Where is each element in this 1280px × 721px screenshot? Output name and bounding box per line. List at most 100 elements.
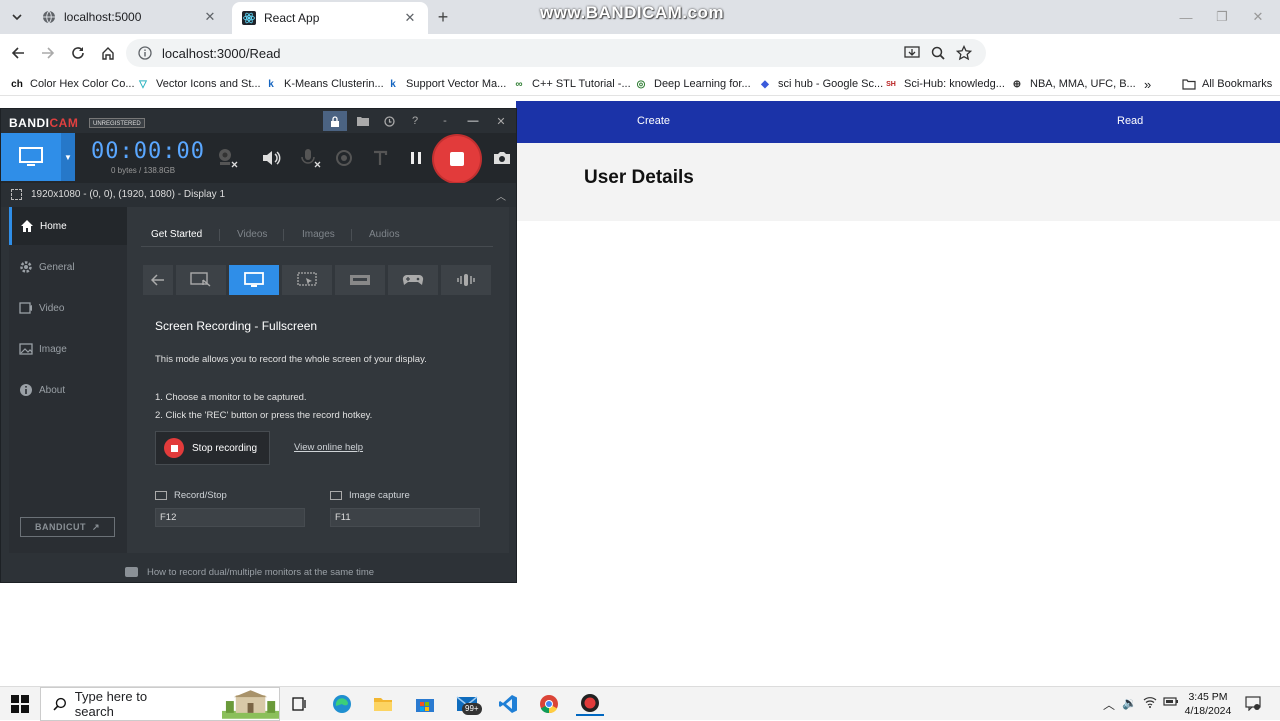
reload-button[interactable] xyxy=(67,42,89,64)
rectangle-mode-button[interactable] xyxy=(176,265,226,295)
bandicam-footer-tip[interactable]: How to record dual/multiple monitors at … xyxy=(1,561,516,583)
close-icon[interactable]: ✕ xyxy=(489,111,513,131)
pause-icon[interactable] xyxy=(403,145,429,171)
close-tab-icon[interactable]: ✕ xyxy=(402,10,418,26)
forward-button[interactable] xyxy=(37,42,59,64)
bookmark-item[interactable]: SH Sci-Hub: knowledg... xyxy=(884,76,1005,92)
camera-icon[interactable] xyxy=(489,145,515,171)
tab-separator xyxy=(351,229,352,241)
tab-react-app[interactable]: React App ✕ xyxy=(232,2,428,34)
recording-timer: 00:00:00 xyxy=(91,139,205,164)
app-navbar: Create Read xyxy=(516,101,1280,143)
show-hidden-icons-chevron[interactable]: ︿ xyxy=(1103,696,1115,713)
minimize-icon[interactable]: - xyxy=(433,111,457,131)
webcam-icon[interactable] xyxy=(213,145,239,171)
file-explorer-icon[interactable] xyxy=(369,692,397,716)
task-view-icon[interactable] xyxy=(286,692,314,716)
bookmark-item[interactable]: ∞ C++ STL Tutorial -... xyxy=(512,76,630,92)
zoom-icon[interactable] xyxy=(930,45,946,61)
sidebar-item-video[interactable]: Video xyxy=(9,289,127,327)
bookmark-item[interactable]: ◎ Deep Learning for... xyxy=(634,76,751,92)
bookmark-item[interactable]: k Support Vector Ma... xyxy=(386,76,506,92)
capture-hotkey-field[interactable]: F11 xyxy=(330,508,480,527)
new-tab-button[interactable]: + xyxy=(432,6,454,28)
notification-icon[interactable] xyxy=(1245,695,1261,711)
wifi-icon[interactable] xyxy=(1143,696,1157,708)
system-clock[interactable]: 3:45 PM 4/18/2024 xyxy=(1180,690,1236,718)
edge-browser-icon[interactable] xyxy=(328,692,356,716)
bookmarks-overflow-button[interactable]: » xyxy=(1144,76,1151,92)
vscode-icon[interactable] xyxy=(494,692,522,716)
home-button[interactable] xyxy=(97,42,119,64)
chrome-icon[interactable] xyxy=(535,692,563,716)
mode-dropdown-button[interactable]: ▼ xyxy=(61,133,75,181)
sidebar-item-about[interactable]: About xyxy=(9,371,127,409)
help-icon[interactable]: ? xyxy=(403,111,427,131)
volume-icon[interactable]: 🔉 xyxy=(1122,696,1137,710)
bookmark-item[interactable]: ◆ sci hub - Google Sc... xyxy=(758,76,883,92)
bandicam-taskbar-icon[interactable] xyxy=(576,692,604,716)
around-mouse-mode-button[interactable] xyxy=(282,265,332,295)
minimize-button[interactable]: — xyxy=(1168,0,1204,34)
view-online-help-link[interactable]: View online help xyxy=(294,442,363,453)
monitor-icon xyxy=(244,272,264,287)
bandicut-button[interactable]: BANDICUT ↗ xyxy=(20,517,115,537)
windows-start-icon[interactable] xyxy=(11,695,29,713)
lock-icon[interactable] xyxy=(323,111,347,131)
audio-only-mode-button[interactable] xyxy=(441,265,491,295)
browser-toolbar: localhost:3000/Read N xyxy=(0,34,1280,96)
hdmi-mode-button[interactable] xyxy=(335,265,385,295)
back-button[interactable] xyxy=(7,42,29,64)
bandicam-watermark: www.BANDICAM.com xyxy=(540,3,724,22)
tab-get-started[interactable]: Get Started xyxy=(151,229,202,240)
all-bookmarks-button[interactable]: All Bookmarks xyxy=(1182,76,1272,92)
battery-icon[interactable] xyxy=(1163,696,1179,707)
bookmark-item[interactable]: ▽ Vector Icons and St... xyxy=(136,76,260,92)
sidebar-item-general[interactable]: General xyxy=(9,248,127,286)
bandicam-window: BANDICAM UNREGISTERED ? - — ✕ ▼ 00:00:00… xyxy=(0,108,517,583)
target-display-bar[interactable]: 1920x1080 - (0, 0), (1920, 1080) - Displ… xyxy=(1,183,516,207)
info-icon[interactable] xyxy=(138,46,152,60)
maximize-button[interactable]: ❐ xyxy=(1204,0,1240,34)
keyboard-icon xyxy=(155,491,167,500)
back-arrow-button[interactable] xyxy=(143,265,173,295)
microphone-icon[interactable] xyxy=(297,145,323,171)
address-bar[interactable]: localhost:3000/Read xyxy=(126,39,986,67)
stop-recording-button[interactable]: Stop recording xyxy=(155,431,270,465)
bookmark-item[interactable]: ⊕ NBA, MMA, UFC, B... xyxy=(1010,76,1136,92)
microsoft-store-icon[interactable] xyxy=(411,692,439,716)
nav-read-link[interactable]: Read xyxy=(1117,115,1143,127)
bandicam-titlebar: BANDICAM UNREGISTERED ? - — ✕ xyxy=(1,109,516,133)
fullscreen-mode-button[interactable] xyxy=(229,265,279,295)
folder-icon[interactable] xyxy=(351,111,375,131)
install-app-icon[interactable] xyxy=(904,45,920,61)
sidebar-item-home[interactable]: Home xyxy=(9,207,127,245)
close-tab-icon[interactable]: ✕ xyxy=(202,9,218,25)
bookmark-star-icon[interactable] xyxy=(956,45,972,61)
bookmark-item[interactable]: ch Color Hex Color Co... xyxy=(10,76,134,92)
screen-mode-button[interactable] xyxy=(1,133,61,181)
search-highlight-icon xyxy=(221,690,279,719)
clock-icon[interactable] xyxy=(377,111,401,131)
collapse-chevron-icon[interactable]: ︿ xyxy=(496,188,506,203)
minimize-to-tray-icon[interactable]: — xyxy=(461,111,485,131)
tab-title: localhost:5000 xyxy=(64,10,142,24)
app-header: User Details xyxy=(516,143,1280,221)
nav-create-link[interactable]: Create xyxy=(637,115,670,127)
tab-images[interactable]: Images xyxy=(302,229,335,240)
tab-videos[interactable]: Videos xyxy=(237,229,267,240)
tab-localhost-5000[interactable]: localhost:5000 ✕ xyxy=(32,0,228,34)
tab-search-button[interactable] xyxy=(6,6,28,28)
text-overlay-icon[interactable] xyxy=(367,145,393,171)
record-hotkey-field[interactable]: F12 xyxy=(155,508,305,527)
bookmark-item[interactable]: k K-Means Clusterin... xyxy=(264,76,383,92)
tab-audios[interactable]: Audios xyxy=(369,229,400,240)
stop-record-button[interactable] xyxy=(434,136,480,182)
rectangle-area-icon xyxy=(190,272,211,287)
game-mode-button[interactable] xyxy=(388,265,438,295)
sidebar-item-image[interactable]: Image xyxy=(9,330,127,368)
mouse-effect-icon[interactable] xyxy=(331,145,357,171)
speaker-icon[interactable] xyxy=(258,145,284,171)
close-window-button[interactable]: ✕ xyxy=(1240,0,1276,34)
taskbar-search-box[interactable]: Type here to search xyxy=(40,687,280,721)
